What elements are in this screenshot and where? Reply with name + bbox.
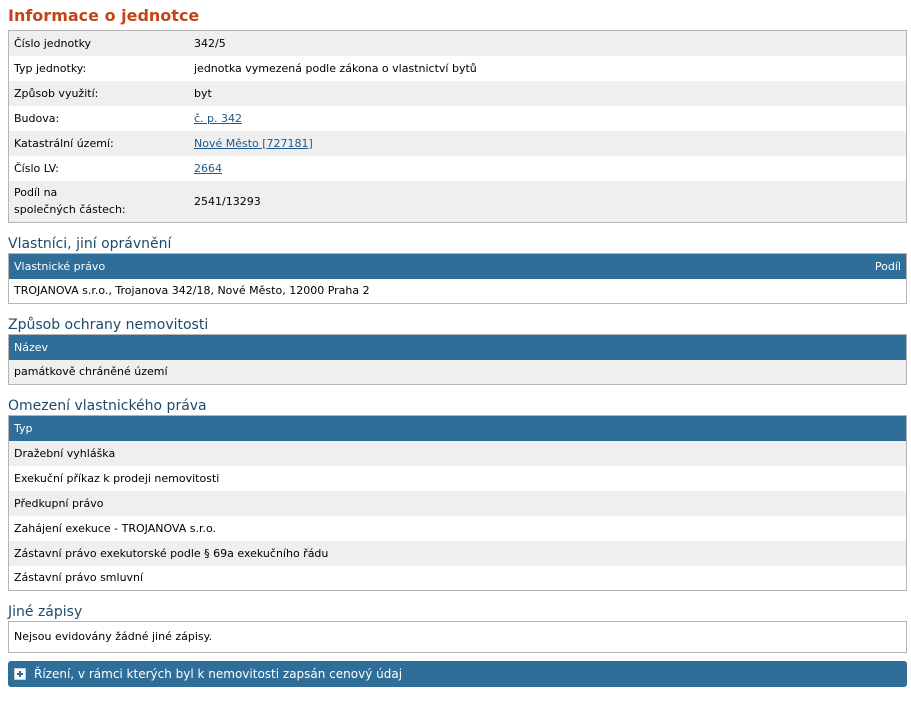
share-label-line1: Podíl na [14, 186, 58, 200]
col-header-share: Podíl [874, 259, 901, 273]
other-records-box: Nejsou evidovány žádné jiné zápisy. [8, 621, 907, 653]
row-value: 342/5 [194, 36, 226, 50]
table-row: Zástavní právo smluvní [8, 565, 907, 591]
row-value: jednotka vymezená podle zákona o vlastni… [194, 61, 477, 75]
table-row: Exekuční příkaz k prodeji nemovitosti [8, 465, 907, 491]
limits-table: Typ Dražební vyhláška Exekuční příkaz k … [8, 415, 907, 591]
col-header-name: Název [14, 340, 49, 354]
table-row: Zahájení exekuce - TROJANOVA s.r.o. [8, 515, 907, 541]
other-title: Jiné zápisy [8, 604, 83, 620]
table-row: Způsob využití: byt [8, 80, 907, 106]
proceedings-expander[interactable]: Řízení, v rámci kterých byl k nemovitost… [8, 661, 907, 687]
limit-cell: Předkupní právo [14, 496, 104, 510]
table-row: památkově chráněné území [8, 359, 907, 385]
col-header-type: Typ [14, 421, 33, 435]
building-link[interactable]: č. p. 342 [194, 112, 242, 125]
limits-title: Omezení vlastnického práva [8, 398, 207, 414]
row-label: Číslo jednotky [14, 36, 92, 50]
table-row: TROJANOVA s.r.o., Trojanova 342/18, Nové… [8, 278, 907, 304]
row-value: 2541/13293 [194, 194, 261, 208]
table-row: Číslo LV: 2664 [8, 155, 907, 181]
table-row: Předkupní právo [8, 490, 907, 516]
proceedings-label: Řízení, v rámci kterých byl k nemovitost… [34, 667, 403, 681]
col-header-ownership: Vlastnické právo [14, 259, 106, 273]
protection-table: Název památkově chráněné území [8, 334, 907, 385]
table-row: Dražební vyhláška [8, 440, 907, 466]
row-label: Způsob využití: [14, 86, 99, 100]
protection-cell: památkově chráněné území [14, 365, 168, 379]
limit-cell: Zástavní právo exekutorské podle § 69a e… [14, 546, 329, 560]
limit-cell: Zástavní právo smluvní [14, 571, 144, 585]
row-label: Budova: [14, 111, 60, 125]
limit-cell: Zahájení exekuce - TROJANOVA s.r.o. [14, 521, 217, 535]
table-row: Zástavní právo exekutorské podle § 69a e… [8, 540, 907, 566]
table-row: Podíl na společných částech: 2541/13293 [8, 180, 907, 223]
lv-number-link[interactable]: 2664 [194, 162, 222, 175]
table-header: Vlastnické právo Podíl [8, 253, 907, 279]
owners-table: Vlastnické právo Podíl TROJANOVA s.r.o.,… [8, 253, 907, 304]
table-row: Budova: č. p. 342 [8, 105, 907, 131]
protection-title: Způsob ochrany nemovitosti [8, 317, 209, 333]
table-header: Název [8, 334, 907, 360]
unit-info-title: Informace o jednotce [8, 6, 200, 25]
table-row: Číslo jednotky 342/5 [8, 30, 907, 56]
share-label-line2: společných částech: [14, 203, 126, 217]
table-row: Katastrální území: Nové Město [727181] [8, 130, 907, 156]
plus-icon [14, 668, 26, 680]
row-label: Číslo LV: [14, 161, 60, 175]
row-label: Katastrální území: [14, 136, 114, 150]
row-value: byt [194, 86, 212, 100]
cadastral-area-link[interactable]: Nové Město [727181] [194, 137, 313, 150]
table-header: Typ [8, 415, 907, 441]
owner-cell: TROJANOVA s.r.o., Trojanova 342/18, Nové… [14, 284, 370, 298]
table-row: Typ jednotky: jednotka vymezená podle zá… [8, 55, 907, 81]
page: Informace o jednotce Číslo jednotky 342/… [0, 0, 911, 687]
limit-cell: Exekuční příkaz k prodeji nemovitosti [14, 471, 220, 485]
owners-title: Vlastníci, jiní oprávnění [8, 236, 172, 252]
limit-cell: Dražební vyhláška [14, 446, 116, 460]
unit-info-table: Číslo jednotky 342/5 Typ jednotky: jedno… [8, 30, 907, 223]
row-label: Podíl na společných částech: [9, 181, 190, 223]
row-label: Typ jednotky: [14, 61, 87, 75]
